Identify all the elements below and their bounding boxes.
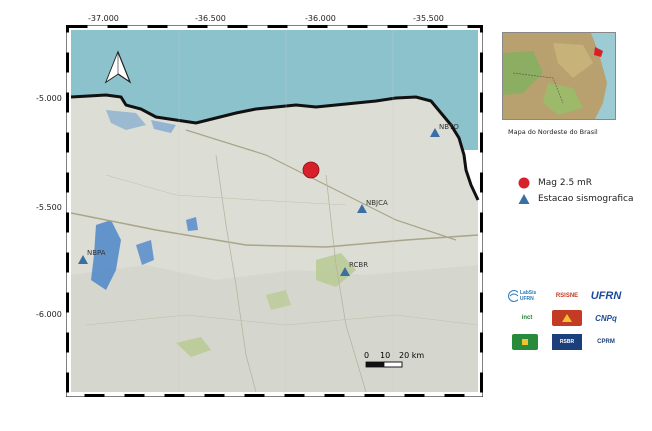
- badge-logo: [552, 310, 582, 326]
- lon-tick-label: -36.500: [195, 14, 226, 23]
- legend-label: Estacao sismografica: [538, 194, 634, 204]
- scale-label-10: 10: [380, 351, 390, 360]
- cprm-logo: CPRM: [597, 339, 615, 345]
- scale-label-0: 0: [364, 351, 369, 360]
- station-label: NBPA: [87, 249, 106, 257]
- blue-triangle-icon: [518, 194, 530, 204]
- labsis-logo: LabSis UFRN: [508, 288, 546, 304]
- lat-tick-label: -6.000: [36, 310, 62, 319]
- lon-tick-label: -36.000: [305, 14, 336, 23]
- petrobras-logo: [512, 334, 538, 350]
- legend-item: Mag 2.5 mR: [518, 176, 648, 190]
- lon-tick-label: -37.000: [88, 14, 119, 23]
- rsisne-logo: RSISNE: [555, 293, 579, 299]
- map-frame[interactable]: NBTO NBJCA NBPA RCBR 0 10 20 km: [65, 24, 484, 398]
- lon-tick-label: -35.500: [413, 14, 444, 23]
- logo-grid: LabSis UFRN RSISNE UFRN inct CNPq RSBR C…: [508, 288, 628, 356]
- station-label: NBTO: [439, 123, 459, 131]
- inset-map-canvas: [503, 33, 615, 119]
- ufrn-logo: UFRN: [590, 290, 622, 302]
- inct-logo: inct: [521, 315, 533, 321]
- event-marker[interactable]: [302, 161, 320, 179]
- inset-map: [502, 32, 616, 120]
- inset-caption: Mapa do Nordeste do Brasil: [508, 128, 598, 136]
- red-circle-icon: [518, 177, 530, 189]
- legend-item: Estacao sismografica: [518, 192, 648, 206]
- rsbr-logo: RSBR: [552, 334, 582, 350]
- interior-area: [71, 265, 478, 392]
- scale-label-20: 20 km: [399, 351, 424, 360]
- map-canvas[interactable]: NBTO NBJCA NBPA RCBR 0 10 20 km: [65, 24, 484, 398]
- lat-tick-label: -5.000: [36, 94, 62, 103]
- station-label: RCBR: [349, 261, 368, 269]
- legend-label: Mag 2.5 mR: [538, 178, 593, 188]
- station-label: NBJCA: [366, 199, 388, 207]
- cnpq-logo: CNPq: [595, 313, 617, 323]
- lat-tick-label: -5.500: [36, 203, 62, 212]
- legend: Mag 2.5 mR Estacao sismografica: [518, 176, 648, 206]
